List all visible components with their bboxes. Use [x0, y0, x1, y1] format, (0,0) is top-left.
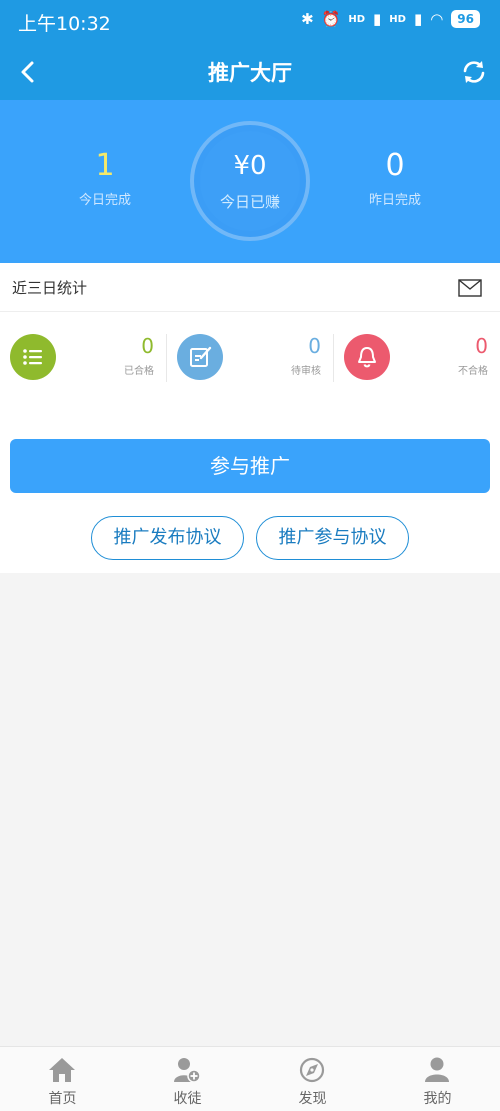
add-user-icon: [174, 1058, 201, 1083]
main-panel: 近三日统计 0 已合格 0 待审核 0 不合格 参与推广 推广发布协议 推广参与…: [0, 263, 500, 573]
page-title: 推广大厅: [208, 61, 292, 85]
refresh-icon[interactable]: [460, 58, 488, 86]
battery-icon: 96: [451, 10, 480, 28]
participate-agreement-button[interactable]: 推广参与协议: [256, 516, 409, 560]
yesterday-complete-value: 0: [385, 148, 405, 183]
today-complete-stat: 1 今日完成: [35, 148, 175, 208]
rejected-label: 不合格: [458, 366, 488, 377]
discover-icon: [299, 1057, 325, 1083]
yesterday-complete-label: 昨日完成: [368, 193, 421, 208]
app-header: 推广大厅: [0, 44, 500, 100]
recent-stats-title: 近三日统计: [12, 279, 88, 297]
publish-agreement-button[interactable]: 推广发布协议: [91, 516, 244, 560]
alarm-icon: ⏰: [321, 10, 341, 28]
rejected-card[interactable]: 0 不合格: [334, 312, 500, 402]
profile-icon: [425, 1057, 449, 1082]
join-promotion-button[interactable]: 参与推广: [10, 439, 490, 493]
signal-bars-icon-2: ▮: [413, 10, 423, 28]
pending-label: 待审核: [291, 366, 321, 377]
stats-banner: 1 今日完成 ¥0 今日已赚 0 昨日完成: [0, 100, 500, 263]
mail-icon[interactable]: [458, 279, 482, 297]
today-earned-label: 今日已赚: [219, 193, 280, 211]
qualified-card[interactable]: 0 已合格: [0, 312, 166, 402]
bluetooth-icon: ✱: [301, 10, 314, 28]
nav-label-discover: 发现: [298, 1091, 327, 1107]
qualified-value: 0: [141, 334, 154, 358]
nav-item-disciples[interactable]: 收徒: [125, 1047, 250, 1111]
nav-item-profile[interactable]: 我的: [375, 1047, 500, 1111]
today-complete-value: 1: [95, 148, 115, 183]
signal-bars-icon: ▮: [373, 10, 382, 28]
wifi-icon: ◠: [430, 10, 444, 28]
qualified-label: 已合格: [124, 366, 154, 377]
bottom-nav: 首页 收徒 发现 我的: [0, 1046, 500, 1111]
edit-icon: [177, 334, 223, 380]
status-icons: ✱ ⏰ HD ▮ HD ▮ ◠ 96: [301, 10, 480, 28]
status-time: 上午10:32: [18, 13, 111, 35]
pending-card[interactable]: 0 待审核: [167, 312, 333, 402]
home-icon: [49, 1058, 75, 1082]
nav-label-home: 首页: [48, 1091, 77, 1107]
pending-value: 0: [308, 334, 321, 358]
nav-item-discover[interactable]: 发现: [250, 1047, 375, 1111]
nav-label-disciples: 收徒: [173, 1091, 202, 1107]
status-bar: 上午10:32 ✱ ⏰ HD ▮ HD ▮ ◠ 96: [0, 0, 500, 44]
rejected-value: 0: [475, 334, 488, 358]
nav-label-profile: 我的: [423, 1091, 452, 1107]
yesterday-complete-stat: 0 昨日完成: [325, 148, 465, 208]
list-icon: [10, 334, 56, 380]
recent-stats-header: 近三日统计: [0, 263, 500, 312]
status-cards: 0 已合格 0 待审核 0 不合格: [0, 312, 500, 402]
signal-icon: HD: [348, 13, 365, 25]
today-complete-label: 今日完成: [78, 193, 131, 208]
bell-icon: [344, 334, 390, 380]
nav-item-home[interactable]: 首页: [0, 1047, 125, 1111]
today-earned-value: ¥0: [233, 151, 267, 181]
today-earned-ring: ¥0 今日已赚: [190, 121, 310, 241]
signal-icon-2: HD: [389, 13, 406, 25]
